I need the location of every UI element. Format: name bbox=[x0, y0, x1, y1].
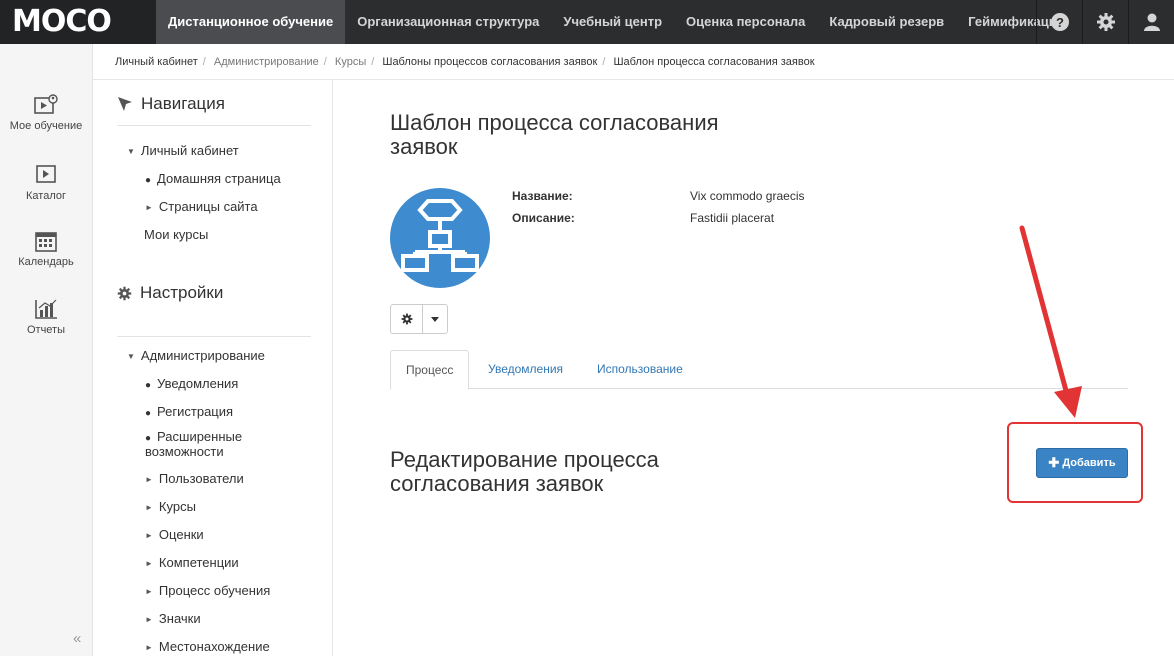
user-icon bbox=[1143, 13, 1160, 31]
logo[interactable]: MOCO bbox=[0, 0, 156, 44]
field-value-name: Vix commodo graecis bbox=[690, 189, 805, 203]
settings-title: Настройки bbox=[140, 283, 224, 302]
left-rail: Мое обучение Каталог Календарь Отчеты « bbox=[0, 44, 93, 656]
nav-label: Страницы сайта bbox=[158, 199, 258, 214]
nav-label: Местонахождение bbox=[158, 639, 270, 654]
menu-item-training-center[interactable]: Учебный центр bbox=[551, 0, 674, 44]
breadcrumb-item[interactable]: Личный кабинет bbox=[115, 56, 198, 68]
caret-down-icon bbox=[431, 316, 439, 322]
main-menu: Дистанционное обучение Организационная с… bbox=[156, 0, 1076, 44]
help-button[interactable]: ? bbox=[1036, 0, 1082, 44]
top-icons: ? bbox=[1036, 0, 1174, 44]
nav-label: Домашняя страница bbox=[157, 171, 281, 186]
nav-item-courses[interactable]: ► Курсы bbox=[145, 499, 196, 514]
field-label-description: Описание: bbox=[512, 211, 575, 225]
nav-item-location[interactable]: ► Местонахождение bbox=[145, 639, 270, 654]
nav-item-personal[interactable]: ▼ Личный кабинет bbox=[127, 143, 239, 158]
rail-label: Календарь bbox=[18, 256, 74, 268]
rail-item-catalog[interactable]: Каталог bbox=[0, 164, 92, 202]
nav-label: Оценки bbox=[158, 527, 204, 542]
svg-text:?: ? bbox=[1056, 15, 1064, 30]
nav-item-registration[interactable]: ● Регистрация bbox=[145, 404, 233, 419]
rail-item-calendar[interactable]: Календарь bbox=[0, 230, 92, 268]
cursor-arrow-icon bbox=[118, 97, 132, 111]
rail-collapse-button[interactable]: « bbox=[73, 630, 81, 647]
rail-label: Каталог bbox=[26, 190, 66, 202]
rail-item-reports[interactable]: Отчеты bbox=[0, 298, 92, 336]
nav-item-administration[interactable]: ▼ Администрирование bbox=[127, 348, 265, 363]
template-avatar bbox=[390, 188, 490, 288]
nav-label: Личный кабинет bbox=[140, 143, 239, 158]
settings-button[interactable] bbox=[1082, 0, 1128, 44]
breadcrumb-item[interactable]: Курсы bbox=[335, 56, 366, 68]
breadcrumb-current: Шаблон процесса согласования заявок bbox=[613, 56, 815, 68]
my-learning-icon bbox=[34, 94, 58, 114]
nav-item-notifications[interactable]: ● Уведомления bbox=[145, 376, 238, 391]
nav-item-advanced-features[interactable]: ● Расширенные возможности bbox=[145, 430, 275, 458]
nav-item-competencies[interactable]: ► Компетенции bbox=[145, 555, 239, 570]
navigation-heading: Навигация bbox=[117, 94, 225, 114]
navigation-title: Навигация bbox=[141, 94, 225, 113]
tab-usage[interactable]: Использование bbox=[582, 350, 698, 389]
top-bar: MOCO Дистанционное обучение Организацион… bbox=[0, 0, 1174, 44]
flowchart-icon bbox=[401, 199, 479, 272]
nav-label: Процесс обучения bbox=[158, 583, 271, 598]
annotation-highlight-box bbox=[1007, 422, 1143, 503]
divider bbox=[117, 336, 311, 337]
nav-label: Регистрация bbox=[157, 404, 234, 419]
nav-item-grades[interactable]: ► Оценки bbox=[145, 527, 204, 542]
nav-label: Компетенции bbox=[158, 555, 239, 570]
rail-label: Мое обучение bbox=[9, 120, 83, 132]
tab-notifications[interactable]: Уведомления bbox=[473, 350, 578, 389]
nav-label: Расширенные возможности bbox=[145, 429, 243, 459]
menu-item-org-structure[interactable]: Организационная структура bbox=[345, 0, 551, 44]
breadcrumb: Личный кабинет / Администрирование / Курсы… bbox=[93, 44, 1174, 80]
actions-dropdown bbox=[390, 304, 448, 334]
nav-label: Курсы bbox=[158, 499, 196, 514]
rail-item-my-learning[interactable]: Мое обучение bbox=[0, 94, 92, 132]
calendar-icon bbox=[35, 232, 57, 252]
divider bbox=[117, 125, 311, 126]
help-icon: ? bbox=[1050, 13, 1069, 31]
menu-item-distance-learning[interactable]: Дистанционное обучение bbox=[156, 0, 346, 44]
rail-label: Отчеты bbox=[26, 324, 66, 336]
nav-item-my-courses[interactable]: Мои курсы bbox=[144, 227, 208, 242]
section-title: Редактирование процесса согласования зая… bbox=[390, 447, 659, 496]
actions-caret-button[interactable] bbox=[423, 305, 447, 333]
tab-process[interactable]: Процесс bbox=[390, 350, 470, 390]
page-title: Шаблон процесса согласования заявок bbox=[390, 110, 719, 159]
menu-item-talent-pool[interactable]: Кадровый резерв bbox=[817, 0, 956, 44]
field-value-description: Fastidii placerat bbox=[690, 211, 775, 225]
nav-label: Значки bbox=[158, 611, 201, 626]
nav-item-users[interactable]: ► Пользователи bbox=[145, 471, 244, 486]
gear-icon bbox=[117, 286, 132, 300]
nav-label: Пользователи bbox=[158, 471, 244, 486]
breadcrumb-item[interactable]: Администрирование bbox=[214, 56, 319, 68]
reports-icon bbox=[35, 299, 57, 319]
catalog-icon bbox=[36, 165, 56, 183]
breadcrumb-item[interactable]: Шаблоны процессов согласования заявок bbox=[382, 56, 597, 68]
nav-item-badges[interactable]: ► Значки bbox=[145, 611, 201, 626]
nav-item-home[interactable]: ● Домашняя страница bbox=[145, 171, 281, 186]
tabs: Процесс Уведомления Использование bbox=[390, 350, 1128, 390]
field-label-name: Название: bbox=[512, 189, 573, 203]
nav-item-learning-process[interactable]: ► Процесс обучения bbox=[145, 583, 270, 598]
gear-icon bbox=[1096, 13, 1115, 31]
navigation-panel: Навигация ▼ Личный кабинет ● Домашняя стра… bbox=[93, 80, 333, 656]
nav-label: Администрирование bbox=[140, 348, 265, 363]
menu-item-assessment[interactable]: Оценка персонала bbox=[674, 0, 817, 44]
actions-gear-button[interactable] bbox=[391, 305, 423, 333]
nav-label: Уведомления bbox=[157, 376, 239, 391]
nav-item-site-pages[interactable]: ► Страницы сайта bbox=[145, 199, 258, 214]
settings-heading: Настройки bbox=[117, 283, 223, 303]
gear-icon bbox=[401, 313, 412, 325]
user-button[interactable] bbox=[1128, 0, 1174, 44]
